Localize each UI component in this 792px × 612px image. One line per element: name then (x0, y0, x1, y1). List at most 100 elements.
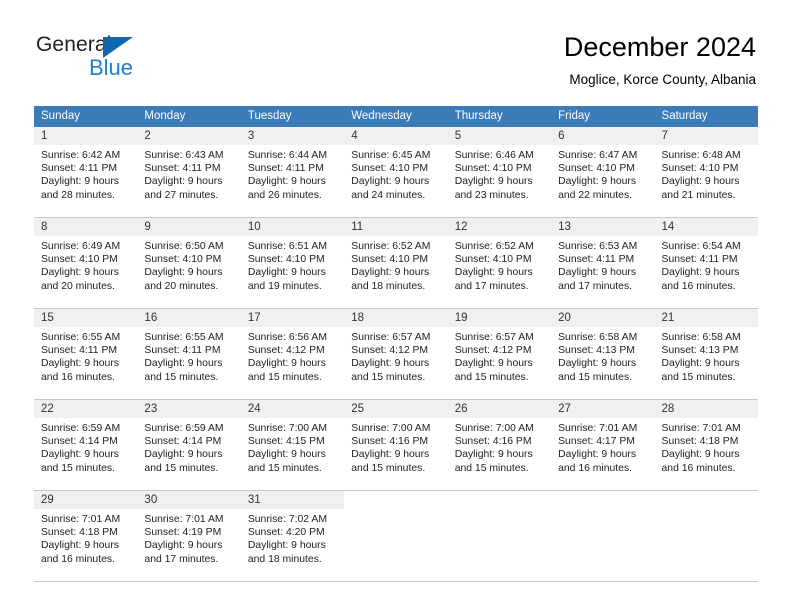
day-sun-info: Sunrise: 7:01 AM Sunset: 4:18 PM Daylight:… (655, 418, 758, 475)
calendar-day-cell[interactable]: 10 Sunrise: 6:51 AM Sunset: 4:10 PM Dayligh… (240, 218, 345, 308)
calendar-day-cell[interactable]: 3 Sunrise: 6:44 AM Sunset: 4:11 PM Daylight… (240, 127, 345, 217)
calendar-table: Sunday Monday Tuesday Wednesday Thursday Frid… (34, 106, 758, 582)
calendar-day-cell[interactable]: 4 Sunrise: 6:45 AM Sunset: 4:10 PM Daylight… (344, 127, 448, 217)
calendar-day-cell[interactable]: 23 Sunrise: 6:59 AM Sunset: 4:14 PM Dayligh… (137, 400, 241, 490)
weekday-header-thursday: Thursday (447, 106, 552, 127)
weekday-header-wednesday: Wednesday (344, 106, 448, 127)
calendar-day-cell[interactable]: 29 Sunrise: 7:01 AM Sunset: 4:18 PM Dayligh… (34, 491, 138, 581)
day-number: 31 (240, 491, 345, 509)
daylight-text-line1: Daylight: 9 hours (41, 358, 119, 370)
calendar-day-cell[interactable]: 1 Sunrise: 6:42 AM Sunset: 4:11 PM Daylight… (34, 127, 138, 217)
day-sun-info: Sunrise: 6:55 AM Sunset: 4:11 PM Daylight:… (34, 327, 137, 384)
sunrise-text: Sunrise: 6:44 AM (247, 150, 327, 161)
sunrise-text: Sunrise: 6:59 AM (41, 423, 121, 434)
daylight-text-line2: and 17 minutes. (558, 280, 633, 292)
daylight-text-line2: and 15 minutes. (247, 371, 322, 383)
daylight-text-line2: and 15 minutes. (661, 371, 736, 383)
calendar-day-cell[interactable]: 15 Sunrise: 6:55 AM Sunset: 4:11 PM Dayligh… (34, 309, 138, 399)
page-subtitle: Moglice, Korce County, Albania (569, 72, 756, 87)
calendar-day-cell[interactable]: 18 Sunrise: 6:57 AM Sunset: 4:12 PM Dayligh… (344, 309, 448, 399)
daylight-text-line2: and 15 minutes. (41, 462, 115, 474)
calendar-day-cell[interactable]: 21 Sunrise: 6:58 AM Sunset: 4:13 PM Dayligh… (654, 309, 758, 399)
day-sun-info: Sunrise: 6:45 AM Sunset: 4:10 PM Daylight:… (344, 145, 447, 202)
weekday-header-saturday: Saturday (654, 106, 758, 127)
calendar-day-cell[interactable]: 13 Sunrise: 6:53 AM Sunset: 4:11 PM Dayligh… (551, 218, 655, 308)
daylight-text-line2: and 18 minutes. (351, 280, 426, 292)
day-number: 19 (447, 309, 552, 327)
sunset-text: Sunset: 4:19 PM (144, 527, 222, 539)
calendar-day-cell[interactable]: 17 Sunrise: 6:56 AM Sunset: 4:12 PM Dayligh… (240, 309, 345, 399)
sunset-text: Sunset: 4:14 PM (41, 436, 118, 448)
day-number (551, 491, 655, 509)
daylight-text-line2: and 20 minutes. (41, 280, 115, 292)
calendar-day-cell[interactable]: 20 Sunrise: 6:58 AM Sunset: 4:13 PM Dayligh… (551, 309, 655, 399)
day-number: 5 (447, 127, 552, 145)
brand-logo[interactable]: General Blue (36, 33, 216, 85)
calendar-day-cell[interactable]: 11 Sunrise: 6:52 AM Sunset: 4:10 PM Dayligh… (344, 218, 448, 308)
logo-secondary-text: Blue (89, 55, 134, 80)
calendar-day-cell[interactable]: 2 Sunrise: 6:43 AM Sunset: 4:11 PM Daylight… (137, 127, 241, 217)
sunset-text: Sunset: 4:10 PM (454, 163, 532, 175)
sunrise-text: Sunrise: 6:56 AM (247, 332, 327, 343)
daylight-text-line1: Daylight: 9 hours (454, 267, 533, 279)
calendar-day-cell[interactable]: 5 Sunrise: 6:46 AM Sunset: 4:10 PM Daylight… (447, 127, 552, 217)
daylight-text-line2: and 15 minutes. (454, 371, 529, 383)
sunset-text: Sunset: 4:18 PM (41, 527, 118, 539)
logo-primary-text: General (36, 33, 112, 56)
sunrise-text: Sunrise: 6:57 AM (351, 332, 431, 343)
calendar-day-cell[interactable]: 7 Sunrise: 6:48 AM Sunset: 4:10 PM Daylight… (654, 127, 758, 217)
calendar-day-cell[interactable]: 9 Sunrise: 6:50 AM Sunset: 4:10 PM Daylight… (137, 218, 241, 308)
day-sun-info: Sunrise: 6:51 AM Sunset: 4:10 PM Daylight:… (241, 236, 344, 293)
day-number (447, 491, 552, 509)
daylight-text-line2: and 23 minutes. (454, 189, 529, 201)
daylight-text-line2: and 21 minutes. (661, 189, 736, 201)
sunset-text: Sunset: 4:10 PM (661, 163, 739, 175)
daylight-text-line2: and 15 minutes. (144, 371, 219, 383)
calendar-day-cell-empty (551, 491, 655, 581)
daylight-text-line1: Daylight: 9 hours (454, 449, 533, 461)
daylight-text-line1: Daylight: 9 hours (41, 176, 119, 188)
calendar-week-row: 22 Sunrise: 6:59 AM Sunset: 4:14 PM Dayligh… (34, 400, 758, 490)
sunrise-text: Sunrise: 6:55 AM (144, 332, 224, 343)
calendar-day-cell[interactable]: 30 Sunrise: 7:01 AM Sunset: 4:19 PM Dayligh… (137, 491, 241, 581)
daylight-text-line2: and 15 minutes. (454, 462, 529, 474)
calendar-day-cell[interactable]: 22 Sunrise: 6:59 AM Sunset: 4:14 PM Dayligh… (34, 400, 138, 490)
calendar-day-cell[interactable]: 24 Sunrise: 7:00 AM Sunset: 4:15 PM Dayligh… (240, 400, 345, 490)
calendar-day-cell-empty (654, 491, 758, 581)
calendar-day-cell[interactable]: 8 Sunrise: 6:49 AM Sunset: 4:10 PM Daylight… (34, 218, 138, 308)
sunset-text: Sunset: 4:11 PM (144, 163, 221, 175)
calendar-day-cell[interactable]: 26 Sunrise: 7:00 AM Sunset: 4:16 PM Dayligh… (447, 400, 552, 490)
day-sun-info: Sunrise: 6:49 AM Sunset: 4:10 PM Daylight:… (34, 236, 137, 293)
calendar-day-cell[interactable]: 28 Sunrise: 7:01 AM Sunset: 4:18 PM Dayligh… (654, 400, 758, 490)
calendar-day-cell[interactable]: 14 Sunrise: 6:54 AM Sunset: 4:11 PM Dayligh… (654, 218, 758, 308)
day-number: 26 (447, 400, 552, 418)
daylight-text-line1: Daylight: 9 hours (144, 540, 223, 552)
calendar-day-cell[interactable]: 16 Sunrise: 6:55 AM Sunset: 4:11 PM Dayligh… (137, 309, 241, 399)
daylight-text-line1: Daylight: 9 hours (144, 358, 223, 370)
calendar-day-cell[interactable]: 25 Sunrise: 7:00 AM Sunset: 4:16 PM Dayligh… (344, 400, 448, 490)
day-sun-info: Sunrise: 7:00 AM Sunset: 4:16 PM Daylight:… (448, 418, 551, 475)
daylight-text-line1: Daylight: 9 hours (351, 358, 430, 370)
calendar-day-cell[interactable]: 27 Sunrise: 7:01 AM Sunset: 4:17 PM Dayligh… (551, 400, 655, 490)
day-number: 11 (344, 218, 448, 236)
day-number: 20 (551, 309, 655, 327)
calendar-day-cell[interactable]: 31 Sunrise: 7:02 AM Sunset: 4:20 PM Dayligh… (240, 491, 345, 581)
day-number: 18 (344, 309, 448, 327)
calendar-day-cell[interactable]: 6 Sunrise: 6:47 AM Sunset: 4:10 PM Daylight… (551, 127, 655, 217)
calendar-body: 1 Sunrise: 6:42 AM Sunset: 4:11 PM Daylight… (34, 127, 758, 582)
daylight-text-line1: Daylight: 9 hours (558, 449, 637, 461)
day-number: 8 (34, 218, 138, 236)
day-sun-info: Sunrise: 6:52 AM Sunset: 4:10 PM Daylight:… (448, 236, 551, 293)
day-sun-info: Sunrise: 7:02 AM Sunset: 4:20 PM Daylight:… (241, 509, 344, 566)
week-separator-line (34, 581, 758, 582)
calendar-day-cell[interactable]: 12 Sunrise: 6:52 AM Sunset: 4:10 PM Dayligh… (447, 218, 552, 308)
daylight-text-line2: and 15 minutes. (558, 371, 633, 383)
calendar-week-row: 29 Sunrise: 7:01 AM Sunset: 4:18 PM Dayligh… (34, 491, 758, 581)
daylight-text-line2: and 17 minutes. (144, 553, 219, 565)
daylight-text-line1: Daylight: 9 hours (661, 176, 740, 188)
day-sun-info: Sunrise: 6:53 AM Sunset: 4:11 PM Daylight:… (551, 236, 654, 293)
sunrise-text: Sunrise: 6:52 AM (351, 241, 431, 252)
daylight-text-line1: Daylight: 9 hours (351, 267, 430, 279)
calendar-day-cell[interactable]: 19 Sunrise: 6:57 AM Sunset: 4:12 PM Dayligh… (447, 309, 552, 399)
sunset-text: Sunset: 4:11 PM (558, 254, 635, 266)
